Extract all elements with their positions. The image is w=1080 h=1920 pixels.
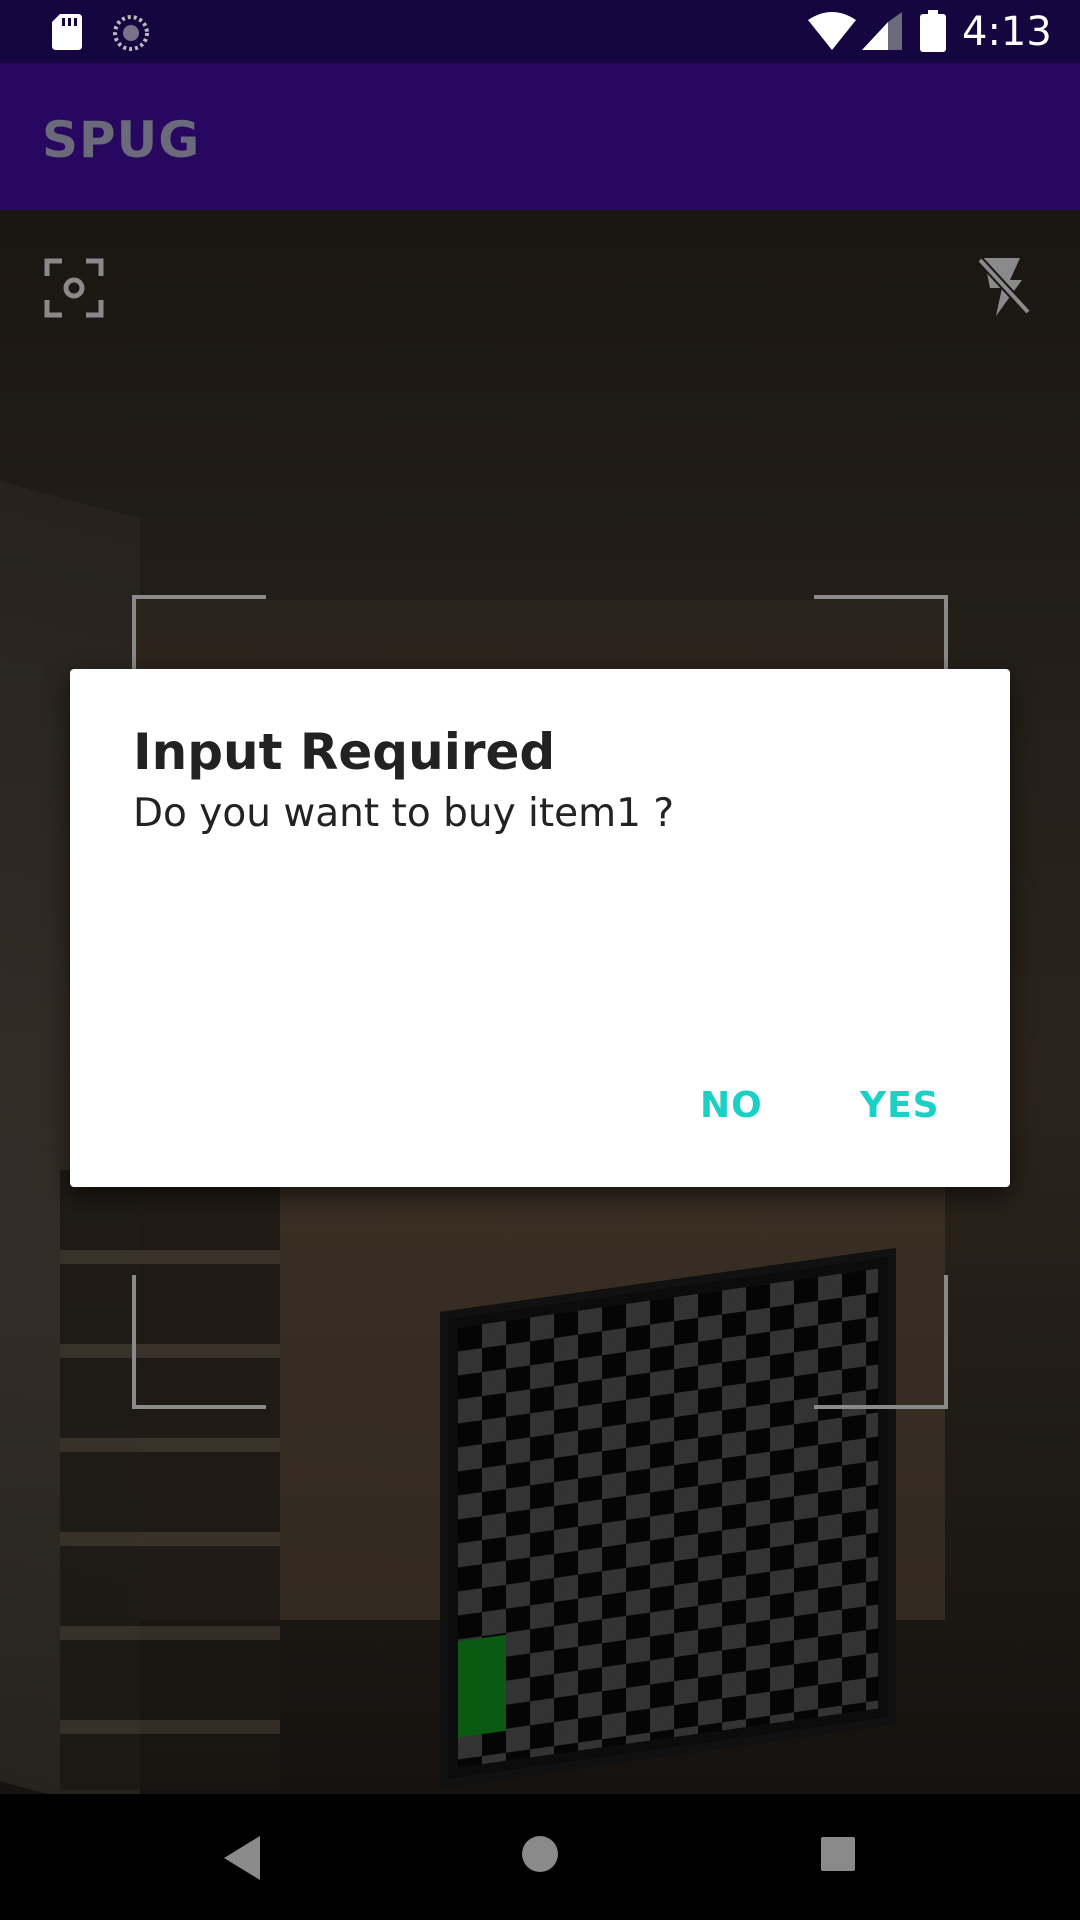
green-marker	[458, 1634, 506, 1738]
camera-switch-icon[interactable]	[44, 258, 104, 318]
status-bar: 4:13	[0, 0, 1080, 63]
back-icon[interactable]	[220, 1834, 264, 1882]
screen: 4:13 SPUG Input Required Do you want to …	[0, 0, 1080, 1920]
flash-off-icon[interactable]	[974, 254, 1034, 320]
dialog-title: Input Required	[133, 723, 556, 781]
home-icon[interactable]	[520, 1834, 560, 1874]
status-time: 4:13	[962, 9, 1052, 55]
yes-button[interactable]: YES	[860, 1081, 940, 1131]
no-button[interactable]: NO	[700, 1081, 763, 1131]
dialog-message: Do you want to buy item1 ?	[133, 791, 675, 836]
confirm-dialog: Input Required Do you want to buy item1 …	[70, 669, 1010, 1187]
navigation-bar	[0, 1794, 1080, 1920]
viewfinder-corner-bottom-right	[814, 1275, 948, 1409]
background-shelf	[60, 1170, 280, 1790]
app-bar: SPUG	[0, 63, 1080, 210]
signal-icon	[862, 12, 902, 50]
sd-card-icon	[52, 14, 82, 50]
app-title: SPUG	[42, 111, 201, 169]
viewfinder-corner-bottom-left	[132, 1275, 266, 1409]
recents-icon[interactable]	[820, 1836, 856, 1872]
wifi-icon	[808, 12, 856, 50]
sync-icon	[113, 15, 149, 51]
battery-icon	[920, 10, 946, 52]
